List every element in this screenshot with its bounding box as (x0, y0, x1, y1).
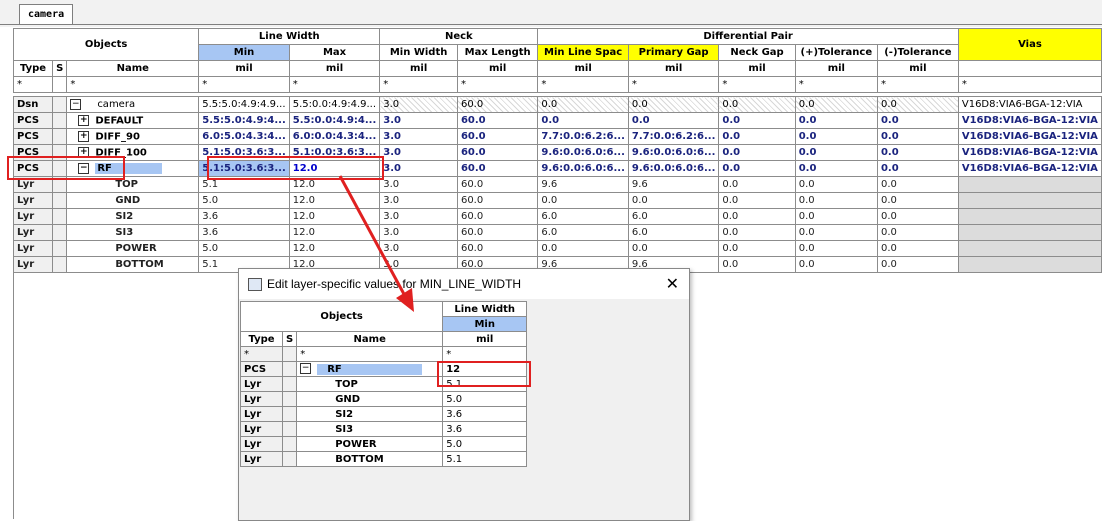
annotation-arrow-icon (338, 175, 414, 312)
